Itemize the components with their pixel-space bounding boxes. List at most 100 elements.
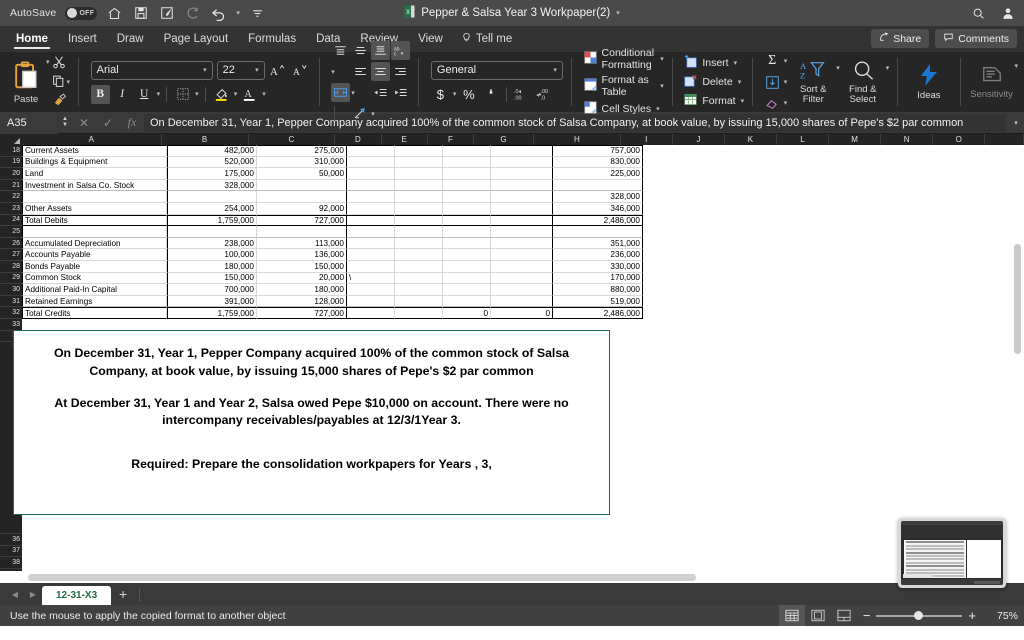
row-header[interactable]: 23 xyxy=(0,203,22,215)
merge-cells-button[interactable] xyxy=(331,83,350,102)
cell-E28[interactable] xyxy=(395,261,443,273)
column-header-P[interactable] xyxy=(985,134,1024,145)
cell-D20[interactable] xyxy=(347,168,395,180)
row-header[interactable]: 21 xyxy=(0,180,22,192)
cell-G28[interactable] xyxy=(491,261,553,273)
cell-E19[interactable] xyxy=(395,157,443,169)
refresh-icon[interactable] xyxy=(184,5,201,22)
find-and-select-button[interactable]: Find &Select xyxy=(840,60,886,105)
row-header[interactable]: 29 xyxy=(0,273,22,285)
insert-cells-button[interactable]: Insert ▾ xyxy=(684,55,744,71)
name-box[interactable]: A35 xyxy=(0,112,58,134)
previous-sheet-icon[interactable]: ◀ xyxy=(6,583,24,605)
cell-D29[interactable]: \ xyxy=(347,273,395,285)
cell-C30[interactable]: 180,000 xyxy=(257,284,347,296)
cell-G26[interactable] xyxy=(491,238,553,250)
paste-button[interactable]: Paste xyxy=(6,60,46,105)
clear-chevron-down-icon[interactable]: ▾ xyxy=(784,99,788,107)
cell-D26[interactable] xyxy=(347,238,395,250)
conditional-formatting-button[interactable]: Conditional Formatting ▾ xyxy=(584,47,664,71)
cell-E24[interactable] xyxy=(395,215,443,227)
column-header-F[interactable]: F xyxy=(428,134,474,145)
cell-C18[interactable]: 275,000 xyxy=(257,145,347,157)
cell-D31[interactable] xyxy=(347,296,395,308)
cell-G27[interactable] xyxy=(491,249,553,261)
cell-G30[interactable] xyxy=(491,284,553,296)
vertical-scrollbar[interactable] xyxy=(1014,244,1022,444)
cell-B30[interactable]: 700,000 xyxy=(167,284,257,296)
cell-G32[interactable]: 0 xyxy=(491,307,553,319)
save-icon[interactable] xyxy=(132,5,149,22)
column-header-B[interactable]: B xyxy=(162,134,249,145)
cell-A33[interactable] xyxy=(22,319,167,331)
cell-B31[interactable]: 391,000 xyxy=(167,296,257,308)
select-all-corner[interactable] xyxy=(0,134,22,145)
column-header-O[interactable]: O xyxy=(933,134,985,145)
format-cells-button[interactable]: Format ▾ xyxy=(684,93,744,109)
cell-E32[interactable] xyxy=(395,307,443,319)
font-color-button[interactable]: A xyxy=(240,85,259,104)
italic-button[interactable]: I xyxy=(113,85,132,104)
decrease-indent-button[interactable] xyxy=(371,83,390,102)
save-as-icon[interactable] xyxy=(158,5,175,22)
cell-H21[interactable] xyxy=(553,180,643,192)
align-middle-button[interactable] xyxy=(351,41,370,60)
cell-I28[interactable] xyxy=(643,261,697,273)
cell-C19[interactable]: 310,000 xyxy=(257,157,347,169)
column-header-A[interactable]: A xyxy=(22,134,162,145)
row-header[interactable]: 27 xyxy=(0,249,22,261)
cell-E23[interactable] xyxy=(395,203,443,215)
find-select-chevron-down-icon[interactable]: ▾ xyxy=(886,64,890,72)
column-header-G[interactable]: G xyxy=(474,134,534,145)
cell-B29[interactable]: 150,000 xyxy=(167,273,257,285)
cell-D27[interactable] xyxy=(347,249,395,261)
cell-B24[interactable]: 1,759,000 xyxy=(167,215,257,227)
cell-A29[interactable]: Common Stock xyxy=(22,273,167,285)
cell-G19[interactable] xyxy=(491,157,553,169)
confirm-edit-icon[interactable]: ✓ xyxy=(96,116,120,130)
cell-A30[interactable]: Additional Paid-In Capital xyxy=(22,284,167,296)
tab-draw[interactable]: Draw xyxy=(107,26,154,52)
row-header[interactable]: 28 xyxy=(0,261,22,273)
insert-function-icon[interactable]: fx xyxy=(120,115,144,130)
cancel-edit-icon[interactable]: ✕ xyxy=(72,116,96,130)
title-chevron-down-icon[interactable]: ▾ xyxy=(616,9,620,17)
cell-C28[interactable]: 150,000 xyxy=(257,261,347,273)
cell-G24[interactable] xyxy=(491,215,553,227)
cell-F22[interactable] xyxy=(443,191,491,203)
formula-input[interactable]: On December 31, Year 1, Pepper Company a… xyxy=(144,114,1006,132)
cell-B27[interactable]: 100,000 xyxy=(167,249,257,261)
increase-font-size-button[interactable]: A xyxy=(269,61,288,80)
cell-B25[interactable] xyxy=(167,226,257,238)
column-header-H[interactable]: H xyxy=(534,134,621,145)
cell-F19[interactable] xyxy=(443,157,491,169)
cell-I26[interactable] xyxy=(643,238,697,250)
cell-H27[interactable]: 236,000 xyxy=(553,249,643,261)
normal-view-icon[interactable] xyxy=(779,605,805,626)
cell-D19[interactable] xyxy=(347,157,395,169)
cell-H29[interactable]: 170,000 xyxy=(553,273,643,285)
cell-B18[interactable]: 482,000 xyxy=(167,145,257,157)
zoom-level-label[interactable]: 75% xyxy=(984,610,1018,622)
column-header-L[interactable]: L xyxy=(777,134,829,145)
align-left-button[interactable] xyxy=(351,62,370,81)
ideas-button[interactable]: Ideas xyxy=(906,63,952,101)
cell-D24[interactable] xyxy=(347,215,395,227)
autosum-chevron-down-icon[interactable]: ▾ xyxy=(784,57,788,65)
decrease-decimal-button[interactable]: .00.0 xyxy=(535,85,554,104)
cell-A28[interactable]: Bonds Payable xyxy=(22,261,167,273)
cell-I19[interactable] xyxy=(643,157,697,169)
cell-F26[interactable] xyxy=(443,238,491,250)
cell-E20[interactable] xyxy=(395,168,443,180)
cell-F23[interactable] xyxy=(443,203,491,215)
cell-G29[interactable] xyxy=(491,273,553,285)
column-header-M[interactable]: M xyxy=(829,134,881,145)
cell-H23[interactable]: 346,000 xyxy=(553,203,643,215)
cell-A26[interactable]: Accumulated Depreciation xyxy=(22,238,167,250)
row-header[interactable]: 33 xyxy=(0,319,22,331)
row-header[interactable]: 30 xyxy=(0,284,22,296)
accounting-chevron-down-icon[interactable]: ▾ xyxy=(453,90,457,98)
cell-E33[interactable] xyxy=(395,319,443,331)
cell-H22[interactable]: 328,000 xyxy=(553,191,643,203)
vertical-scrollbar-thumb[interactable] xyxy=(1014,244,1021,354)
